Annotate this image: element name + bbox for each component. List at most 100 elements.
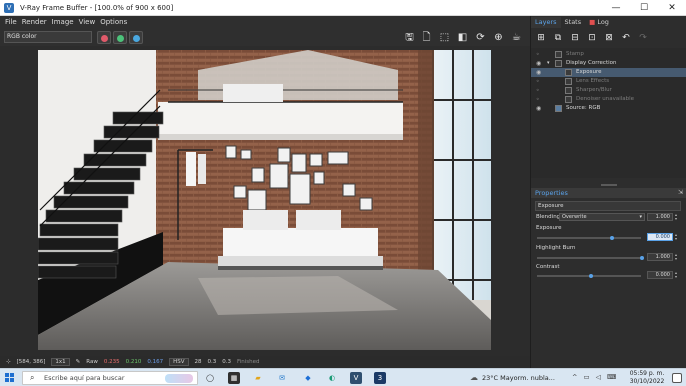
channel-dropdown[interactable]: RGB color	[4, 31, 92, 43]
task-view-icon[interactable]: ◯	[204, 372, 216, 384]
load-layer-icon[interactable]: ⊡	[585, 32, 599, 45]
menu-bar: File Render Image View Options	[0, 16, 530, 28]
clear-icon[interactable]: 🗋	[420, 31, 433, 44]
contrast-spinner[interactable]: ▴ ▾	[675, 271, 679, 279]
teapot-icon[interactable]: ☕	[510, 31, 523, 44]
highlight-burn-label: Highlight Burn	[536, 245, 576, 251]
layer-stamp[interactable]: ◦ Stamp	[531, 50, 686, 59]
eye-icon[interactable]: ◦	[536, 50, 544, 59]
sharpen-layer-icon	[565, 87, 572, 94]
render-viewport[interactable]	[0, 46, 530, 356]
green-channel-button[interactable]	[113, 31, 127, 44]
render-state: Finished	[237, 359, 260, 365]
windows-start-button[interactable]	[5, 373, 15, 383]
exposure-slider[interactable]	[537, 237, 641, 239]
weather-icon[interactable]: ☁	[470, 373, 478, 382]
tab-layers[interactable]: Layers	[531, 17, 561, 28]
layer-label: Denoiser unavailable	[576, 96, 635, 102]
edge-browser-icon[interactable]: ◐	[326, 372, 338, 384]
blending-mode-dropdown[interactable]: Overwrite ▾	[559, 213, 645, 221]
vray-taskbar-icon[interactable]: V	[350, 372, 362, 384]
tab-stats[interactable]: Stats	[561, 17, 586, 28]
search-icon: ⌕	[30, 373, 35, 382]
save-icon[interactable]: 🖫	[403, 31, 416, 44]
raw-mode[interactable]: Raw	[86, 359, 98, 365]
menu-image[interactable]: Image	[52, 18, 74, 26]
colorspace-select[interactable]: HSV	[169, 358, 189, 366]
highlight-burn-slider[interactable]	[537, 257, 641, 259]
layer-display-correction[interactable]: ◉ ▾ Display Correction	[531, 59, 686, 68]
exposure-slider-knob[interactable]	[610, 236, 614, 240]
refresh-icon[interactable]: ⟳	[474, 31, 487, 44]
menu-view[interactable]: View	[79, 18, 96, 26]
rendered-image[interactable]	[38, 50, 491, 350]
network-icon[interactable]: ▭	[584, 373, 592, 381]
redo-icon[interactable]: ↷	[636, 32, 650, 45]
widgets-icon[interactable]: ▦	[228, 372, 240, 384]
copy-layer-icon[interactable]: ⧉	[551, 32, 565, 45]
file-explorer-icon[interactable]: ▰	[252, 372, 264, 384]
exposure-spinner[interactable]: ▴ ▾	[675, 233, 679, 241]
language-icon[interactable]: ⌨	[607, 373, 618, 381]
pixel-coords: [584, 386]	[16, 359, 46, 365]
undo-icon[interactable]: ↶	[619, 32, 633, 45]
maximize-button[interactable]: ☐	[630, 0, 658, 16]
mail-icon[interactable]: ✉	[276, 372, 288, 384]
layer-denoiser[interactable]: ◦ Denoiser unavailable	[531, 95, 686, 104]
layer-label: Exposure	[576, 69, 602, 75]
blending-amount-field[interactable]: 1.000	[647, 213, 673, 221]
layer-exposure[interactable]: ◉ Exposure	[531, 68, 686, 77]
camera-icon[interactable]: ◧	[456, 31, 469, 44]
blending-spinner[interactable]: ▴ ▾	[675, 213, 679, 221]
weather-desc: Mayorm. nubla...	[500, 374, 555, 382]
menu-file[interactable]: File	[5, 18, 17, 26]
minimize-button[interactable]: —	[602, 0, 630, 16]
clock-date: 30/10/2022	[629, 378, 665, 385]
3dsmax-taskbar-icon[interactable]: 3	[374, 372, 386, 384]
collapse-icon[interactable]: ▾	[547, 59, 550, 68]
weather-temp: 23°C	[482, 374, 499, 382]
layer-sharpen-blur[interactable]: ◦ Sharpen/Blur	[531, 86, 686, 95]
taskbar-search-box[interactable]: ⌕ Escribe aquí para buscar	[22, 371, 198, 385]
chevron-down-icon: ▾	[639, 214, 642, 220]
notification-icon[interactable]	[672, 373, 682, 383]
eye-icon[interactable]: ◦	[536, 77, 544, 86]
pin-icon[interactable]: ⇲	[678, 188, 683, 198]
eye-icon[interactable]: ◉	[536, 104, 544, 113]
close-button[interactable]: ✕	[658, 0, 686, 16]
weather-widget[interactable]: 23°C Mayorm. nubla...	[482, 374, 555, 382]
eye-icon[interactable]: ◉	[536, 68, 544, 77]
layer-name-field[interactable]: Exposure	[535, 201, 681, 211]
blue-channel-button[interactable]	[129, 31, 143, 44]
taskbar-clock[interactable]: 05:59 p. m. 30/10/2022	[625, 370, 669, 386]
save-layer-icon[interactable]: ⊟	[568, 32, 582, 45]
pick-color-icon[interactable]: ✎	[76, 359, 81, 365]
layer-toolbar: ⊞ ⧉ ⊟ ⊡ ⊠ ↶ ↷	[531, 30, 686, 46]
store-icon[interactable]: ◆	[302, 372, 314, 384]
add-layer-icon[interactable]: ⊞	[534, 32, 548, 45]
delete-layer-icon[interactable]: ⊠	[602, 32, 616, 45]
contrast-field[interactable]: 0.000	[647, 271, 673, 279]
red-channel-button[interactable]	[97, 31, 111, 44]
panel-splitter[interactable]	[601, 184, 617, 186]
eye-icon[interactable]: ◉	[536, 59, 544, 68]
volume-icon[interactable]: ◁	[596, 373, 603, 381]
layer-lens-effects[interactable]: ◦ Lens Effects	[531, 77, 686, 86]
eye-icon[interactable]: ◦	[536, 86, 544, 95]
denoiser-layer-icon	[565, 96, 572, 103]
zoom-select[interactable]: 1x1	[51, 358, 70, 366]
eye-icon[interactable]: ◦	[536, 95, 544, 104]
tab-log[interactable]: ■ Log	[585, 17, 613, 28]
highlight-burn-spinner[interactable]: ▴ ▾	[675, 253, 679, 261]
chevron-up-icon[interactable]: ^	[572, 373, 579, 381]
highlight-burn-knob[interactable]	[640, 256, 644, 260]
highlight-burn-field[interactable]: 1.000	[647, 253, 673, 261]
contrast-slider-knob[interactable]	[589, 274, 593, 278]
lock-icon[interactable]: ⊕	[492, 31, 505, 44]
exposure-field[interactable]: 0.000	[647, 233, 673, 241]
layer-source-rgb[interactable]: ◉ Source: RGB	[531, 104, 686, 113]
region-icon[interactable]: ⬚	[438, 31, 451, 44]
menu-render[interactable]: Render	[22, 18, 47, 26]
system-tray[interactable]: ^ ▭ ◁ ⌨	[572, 373, 618, 381]
menu-options[interactable]: Options	[100, 18, 127, 26]
